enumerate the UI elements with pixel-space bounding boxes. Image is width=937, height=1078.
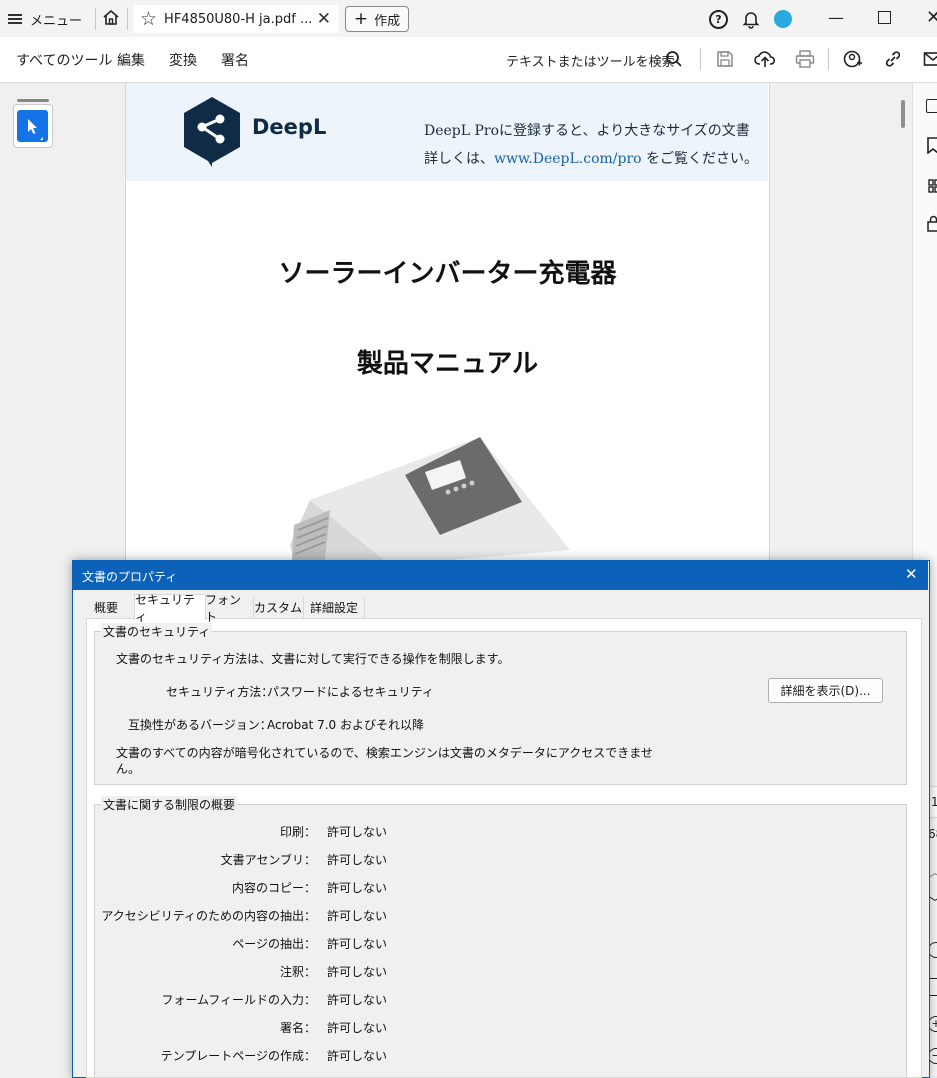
- search-icon[interactable]: [663, 48, 685, 70]
- create-button[interactable]: + 作成: [345, 6, 409, 32]
- plus-icon: +: [354, 11, 368, 28]
- restriction-value: 許可しない: [327, 1019, 387, 1036]
- maximize-icon[interactable]: [878, 11, 891, 24]
- scrollbar-thumb[interactable]: [901, 100, 905, 128]
- restriction-value: 許可しない: [327, 823, 387, 840]
- restriction-label: 内容のコピー：: [76, 879, 316, 896]
- restriction-value: 許可しない: [327, 963, 387, 980]
- thumbnails-icon[interactable]: [928, 178, 937, 192]
- page-number: 1: [931, 795, 937, 809]
- show-details-button[interactable]: 詳細を表示(D)...: [768, 678, 883, 703]
- select-tool-button[interactable]: [17, 110, 48, 142]
- restriction-label: フォームフィールドの入力：: [76, 991, 316, 1008]
- menu-button[interactable]: メニュー: [8, 6, 82, 32]
- compat-version-label: 互換性があるバージョン：: [128, 716, 272, 733]
- tab-overview[interactable]: 概要: [87, 597, 125, 618]
- save-icon[interactable]: [714, 48, 736, 70]
- comment-icon[interactable]: [926, 99, 937, 113]
- deepl-pro-link[interactable]: www.DeepL.com/pro: [494, 151, 642, 167]
- home-icon[interactable]: [101, 8, 121, 28]
- restriction-value: 許可しない: [327, 879, 387, 896]
- star-icon[interactable]: ☆: [140, 10, 157, 29]
- link-icon[interactable]: [882, 48, 904, 70]
- minimize-icon[interactable]: —: [828, 8, 844, 27]
- security-method-label: セキュリティ方法：: [166, 683, 273, 700]
- security-description: 文書のセキュリティ方法は、文書に対して実行できる操作を制限します。: [116, 650, 509, 667]
- document-subtitle: 製品マニュアル: [126, 343, 769, 380]
- deepl-promo-line1: DeepL Proに登録すると、より大きなサイズの文書: [424, 120, 750, 140]
- restrictions-list: 印刷： 許可しない 文書アセンブリ： 許可しない 内容のコピー： 許可しない ア…: [0, 823, 900, 1076]
- deepl-promo-line2: 詳しくは、www.DeepL.com/pro をご覧ください。: [424, 148, 758, 168]
- search-placeholder[interactable]: テキストまたはツールを検索: [506, 51, 675, 70]
- document-title: ソーラーインバーター充電器: [126, 253, 769, 290]
- cloud-upload-icon[interactable]: [754, 48, 776, 70]
- pane-grip: [17, 99, 49, 102]
- close-tab-icon[interactable]: ✕: [317, 9, 331, 29]
- print-icon[interactable]: [794, 48, 816, 70]
- restriction-label: ページの抽出：: [76, 935, 316, 952]
- restriction-value: 許可しない: [327, 907, 387, 924]
- tab-custom[interactable]: カスタム: [253, 597, 302, 618]
- restriction-value: 許可しない: [327, 991, 387, 1008]
- tab-security[interactable]: セキュリティ: [134, 594, 206, 620]
- bell-icon[interactable]: [741, 9, 761, 29]
- restriction-label: 文書アセンブリ：: [76, 851, 316, 868]
- deepl-promo-prefix: 詳しくは、: [424, 151, 494, 167]
- menu-label: メニュー: [30, 10, 82, 29]
- restriction-label: 注釈：: [76, 963, 316, 980]
- tab-document[interactable]: ☆ HF4850U80-H ja.pdf ... ✕: [133, 5, 339, 33]
- email-icon[interactable]: [922, 48, 937, 70]
- create-label: 作成: [374, 10, 400, 29]
- divider: [127, 8, 128, 30]
- tab-fonts[interactable]: フォント: [205, 597, 251, 618]
- restriction-label: アクセシビリティのための内容の抽出：: [76, 907, 316, 924]
- cursor-arrow-icon: [17, 110, 48, 142]
- tab-advanced[interactable]: 詳細設定: [303, 597, 365, 618]
- restriction-label: テンプレートページの作成：: [76, 1047, 316, 1064]
- avatar[interactable]: [774, 10, 792, 28]
- deepl-logo-icon: [182, 95, 242, 169]
- all-tools-menu[interactable]: すべてのツール: [16, 50, 112, 70]
- security-method-value: パスワードによるセキュリティ: [267, 683, 434, 700]
- dialog-titlebar: [72, 560, 928, 590]
- restriction-value: 許可しない: [327, 935, 387, 952]
- restriction-label: 印刷：: [76, 823, 316, 840]
- compat-version-value: Acrobat 7.0 およびそれ以降: [267, 716, 424, 733]
- security-group-label: 文書のセキュリティ: [101, 623, 212, 640]
- help-icon[interactable]: ?: [709, 10, 728, 29]
- divider: [700, 48, 701, 70]
- dialog-close-icon[interactable]: ✕: [905, 565, 918, 583]
- divider: [828, 48, 829, 70]
- sign-menu[interactable]: 署名: [221, 50, 249, 70]
- restriction-value: 許可しない: [327, 851, 387, 868]
- close-window-icon[interactable]: ✕: [926, 7, 937, 28]
- restriction-label: 署名：: [76, 1019, 316, 1036]
- inverter-product-image: [270, 430, 590, 565]
- share-user-icon[interactable]: [842, 48, 864, 70]
- convert-menu[interactable]: 変換: [169, 50, 197, 70]
- hamburger-icon: [8, 14, 22, 25]
- restrictions-group-label: 文書に関する制限の概要: [101, 796, 237, 813]
- divider: [95, 8, 96, 30]
- deepl-brand: DeepL: [252, 115, 326, 139]
- fit-page-icon[interactable]: [929, 978, 937, 996]
- tab-title: HF4850U80-H ja.pdf ...: [164, 12, 312, 27]
- encryption-note-line1: 文書のすべての内容が暗号化されているので、検索エンジンは文書のメタデータにアクセ…: [116, 744, 653, 761]
- dialog-title: 文書のプロパティ: [82, 568, 177, 585]
- encryption-note-line2: ん。: [116, 760, 140, 777]
- restriction-value: 許可しない: [327, 1047, 387, 1064]
- deepl-promo-suffix: をご覧ください。: [642, 151, 758, 167]
- bookmark-icon[interactable]: [927, 137, 937, 153]
- lock-icon[interactable]: [927, 215, 937, 231]
- edit-menu[interactable]: 編集: [117, 50, 145, 70]
